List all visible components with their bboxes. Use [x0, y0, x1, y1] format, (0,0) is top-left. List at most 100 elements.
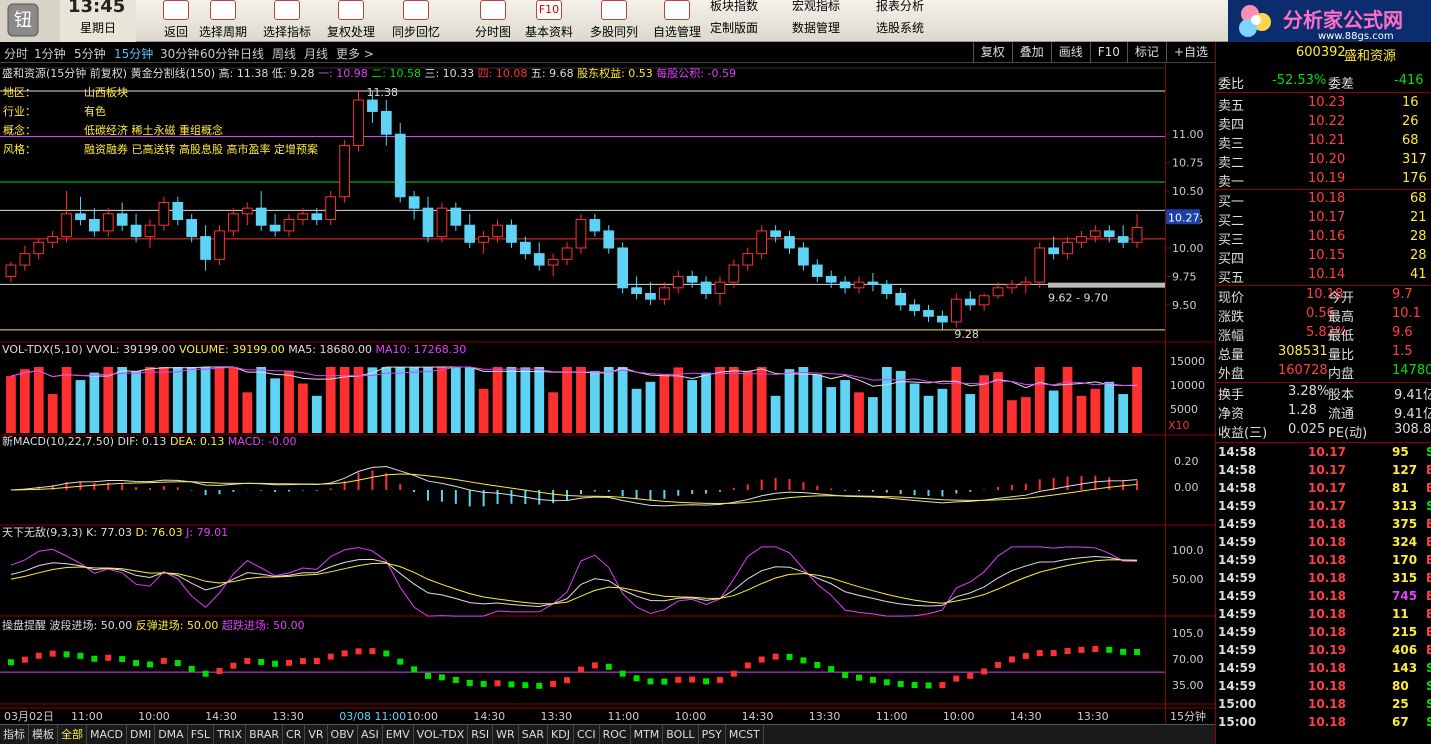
candle-body[interactable]	[978, 295, 990, 306]
candle-body[interactable]	[380, 110, 392, 135]
indicator-tab-1[interactable]: 指标	[0, 725, 29, 744]
candle-body[interactable]	[144, 224, 156, 238]
candle-body[interactable]	[325, 196, 337, 221]
indicator-tab-21[interactable]: ROC	[600, 725, 631, 744]
candle-body[interactable]	[75, 213, 86, 221]
chart-tool-button-6[interactable]: +自选	[1165, 42, 1215, 63]
candle-body[interactable]	[297, 213, 309, 221]
candle-body[interactable]	[339, 145, 350, 198]
period-tab-8[interactable]: 周线	[272, 45, 296, 62]
period-tab-3[interactable]: 5分钟	[74, 45, 106, 62]
indicator-tab-3[interactable]: 全部	[58, 725, 87, 744]
candle-body[interactable]	[89, 219, 100, 232]
candle-body[interactable]	[33, 241, 45, 255]
indicator-tab-6[interactable]: DMA	[155, 725, 188, 744]
candle-body[interactable]	[116, 213, 128, 226]
candle-body[interactable]	[47, 236, 59, 243]
candle-body[interactable]	[617, 247, 629, 289]
toolbar-button-9[interactable]: 自选管理	[646, 0, 708, 42]
candle-body[interactable]	[519, 241, 531, 255]
period-tab-2[interactable]: 1分钟	[34, 45, 66, 62]
candle-body[interactable]	[1034, 247, 1046, 283]
candle-body[interactable]	[186, 219, 198, 238]
candle-body[interactable]	[756, 230, 768, 255]
candle-body[interactable]	[700, 281, 712, 294]
candle-body[interactable]	[714, 281, 726, 294]
toolbar-small-3[interactable]: 报表分析	[876, 0, 924, 14]
candle-body[interactable]	[895, 292, 907, 306]
candle-body[interactable]	[798, 247, 809, 266]
candle-body[interactable]	[255, 207, 267, 226]
candle-body[interactable]	[311, 213, 323, 221]
toolbar-button-6[interactable]: 分时图	[462, 0, 524, 42]
candle-body[interactable]	[867, 281, 879, 285]
candle-body[interactable]	[200, 236, 211, 260]
candle-body[interactable]	[923, 310, 934, 317]
candle-body[interactable]	[1131, 226, 1143, 243]
candle-body[interactable]	[422, 207, 434, 238]
indicator-tab-9[interactable]: BRAR	[246, 725, 284, 744]
period-tab-6[interactable]: 60分钟	[200, 45, 239, 62]
chart-tool-button-3[interactable]: 画线	[1050, 42, 1090, 63]
indicator-tab-17[interactable]: WR	[493, 725, 519, 744]
candle-body[interactable]	[464, 224, 476, 243]
candle-body[interactable]	[964, 298, 976, 306]
chart-tool-button-2[interactable]: 叠加	[1011, 42, 1051, 63]
candle-body[interactable]	[659, 287, 670, 300]
period-tab-5[interactable]: 30分钟	[160, 45, 199, 62]
chart-tool-button-4[interactable]: F10	[1089, 42, 1127, 63]
candle-body[interactable]	[506, 224, 517, 243]
indicator-tab-2[interactable]: 模板	[29, 725, 58, 744]
period-tab-4[interactable]: 15分钟	[114, 45, 153, 62]
candle-body[interactable]	[408, 196, 420, 209]
period-tab-9[interactable]: 月线	[304, 45, 328, 62]
candle-body[interactable]	[5, 264, 17, 277]
toolbar-small-2[interactable]: 宏观指标	[792, 0, 840, 14]
candle-body[interactable]	[1006, 283, 1018, 289]
candle-body[interactable]	[937, 315, 948, 323]
candle-body[interactable]	[1062, 241, 1073, 255]
toolbar-button-2[interactable]: 选择周期	[192, 0, 254, 42]
candle-body[interactable]	[436, 207, 448, 238]
candle-body[interactable]	[394, 133, 406, 198]
candle-body[interactable]	[631, 287, 642, 294]
candle-body[interactable]	[575, 219, 587, 249]
toolbar-small-5[interactable]: 数据管理	[792, 19, 840, 36]
candle-body[interactable]	[603, 230, 615, 249]
indicator-tab-12[interactable]: OBV	[328, 725, 358, 744]
candle-body[interactable]	[158, 201, 170, 226]
indicator-tab-8[interactable]: TRIX	[214, 725, 247, 744]
indicator-tab-19[interactable]: KDJ	[548, 725, 574, 744]
candle-body[interactable]	[1117, 236, 1129, 243]
candle-body[interactable]	[1020, 281, 1032, 285]
indicator-tab-4[interactable]: MACD	[87, 725, 127, 744]
candle-body[interactable]	[839, 281, 851, 289]
indicator-tab-15[interactable]: VOL-TDX	[414, 725, 469, 744]
toolbar-button-3[interactable]: 选择指标	[256, 0, 318, 42]
candle-body[interactable]	[228, 213, 239, 232]
candle-body[interactable]	[241, 207, 253, 215]
candle-body[interactable]	[214, 230, 225, 260]
candle-body[interactable]	[686, 275, 698, 283]
candle-body[interactable]	[19, 253, 31, 266]
candle-body[interactable]	[1076, 236, 1087, 243]
chart-area[interactable]: 盛和资源(15分钟 前复权) 黄金分割线(150) 高: 11.38 低: 9.…	[0, 63, 1165, 724]
indicator-tab-23[interactable]: BOLL	[663, 725, 699, 744]
candle-body[interactable]	[992, 287, 1004, 297]
candle-body[interactable]	[61, 213, 72, 238]
candle-body[interactable]	[450, 207, 462, 226]
indicator-tab-22[interactable]: MTM	[631, 725, 664, 744]
candle-body[interactable]	[547, 258, 559, 266]
candle-body[interactable]	[492, 224, 503, 238]
toolbar-button-7[interactable]: F10 基本资料	[518, 0, 580, 42]
indicator-tab-18[interactable]: SAR	[519, 725, 549, 744]
indicator-tab-20[interactable]: CCI	[574, 725, 600, 744]
candle-body[interactable]	[728, 264, 740, 283]
period-tab-10[interactable]: 更多 >	[336, 45, 374, 62]
indicator-tab-16[interactable]: RSI	[468, 725, 494, 744]
candle-body[interactable]	[909, 304, 920, 312]
toolbar-button-5[interactable]: 同步回忆	[385, 0, 447, 42]
candle-body[interactable]	[825, 275, 837, 283]
toolbar-small-1[interactable]: 板块指数	[710, 0, 758, 14]
indicator-tab-10[interactable]: CR	[283, 725, 306, 744]
